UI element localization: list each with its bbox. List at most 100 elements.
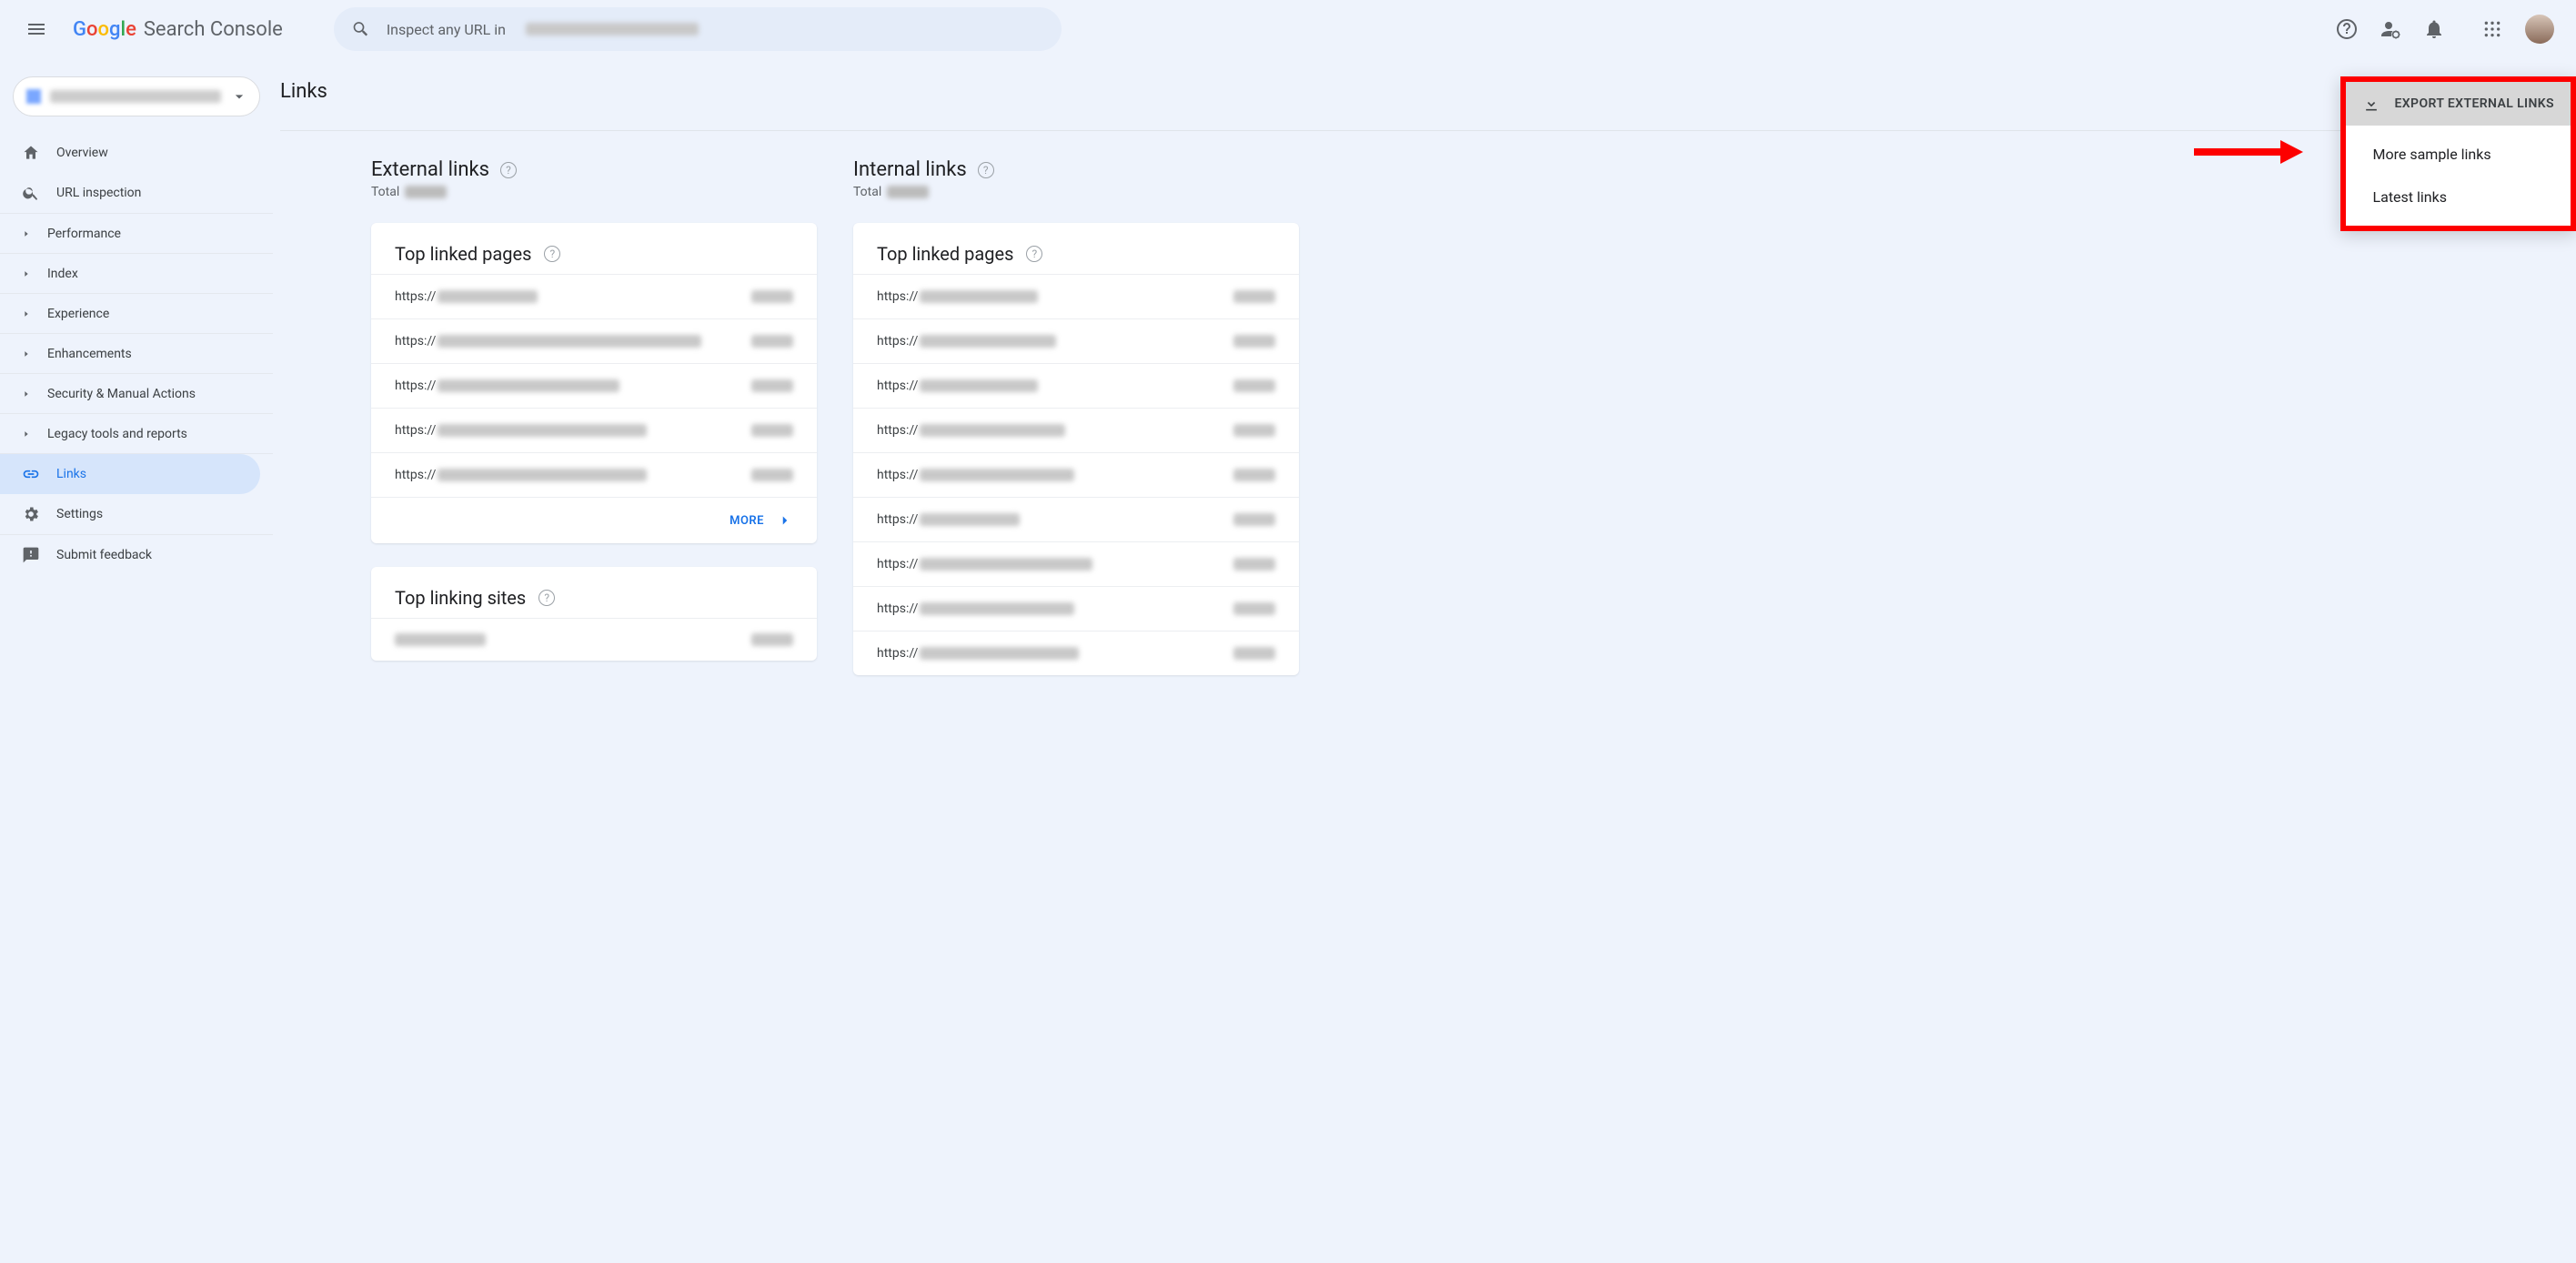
url-search-bar[interactable]: Inspect any URL in [334,7,1062,51]
sidebar-group-label: Experience [47,307,109,321]
google-wordmark: Google [73,18,136,41]
user-settings-button[interactable] [2380,18,2401,40]
external-total: Total [371,185,817,199]
export-dropdown-highlighted: EXPORT EXTERNAL LINKS More sample links … [2340,76,2576,231]
export-menu: More sample links Latest links [2346,126,2571,226]
table-row[interactable]: https:// [853,408,1299,452]
redacted-value [1233,513,1275,526]
account-avatar[interactable] [2525,15,2554,44]
export-external-links-button[interactable]: EXPORT EXTERNAL LINKS [2346,82,2571,126]
search-icon [22,184,40,202]
redacted-value [751,335,793,348]
table-row[interactable] [371,618,817,661]
person-gear-icon [2380,18,2401,40]
sidebar-group-security[interactable]: Security & Manual Actions [0,373,273,413]
property-selector[interactable] [13,76,260,116]
sidebar-item-label: Overview [56,146,108,160]
page-header: Links [280,80,2569,131]
redacted-url [438,379,619,392]
sidebar-item-label: URL inspection [56,186,141,200]
feedback-icon [22,546,40,564]
table-row[interactable]: https:// [371,363,817,408]
chevron-right-icon [22,269,31,278]
redacted-value [1233,602,1275,615]
export-menu-more-sample[interactable]: More sample links [2346,133,2571,176]
hamburger-menu-button[interactable] [15,7,58,51]
header-actions [2336,15,2554,44]
help-icon[interactable]: ? [1026,246,1042,262]
internal-top-linked-pages-card: Top linked pages ? https:// https:// htt… [853,223,1299,675]
redacted-value [1233,424,1275,437]
redacted-url [920,558,1092,571]
more-button[interactable]: MORE [371,497,817,543]
table-row[interactable]: https:// [371,408,817,452]
page-title: Links [280,80,327,103]
table-row[interactable]: https:// [853,274,1299,318]
sidebar-group-performance[interactable]: Performance [0,213,273,253]
redacted-value [1233,335,1275,348]
help-icon[interactable]: ? [500,162,517,178]
sidebar-item-links[interactable]: Links [0,454,260,494]
sidebar-item-label: Links [56,467,86,481]
redacted-url [438,290,538,303]
table-row[interactable]: https:// [853,452,1299,497]
internal-links-column: Internal links ? Total Top linked pages … [853,158,1299,675]
chevron-right-icon [22,429,31,439]
help-button[interactable] [2336,18,2358,40]
notifications-button[interactable] [2423,18,2445,40]
table-row[interactable]: https:// [371,318,817,363]
sidebar-item-label: Settings [56,507,103,521]
table-row[interactable]: https:// [853,318,1299,363]
sidebar-group-experience[interactable]: Experience [0,293,273,333]
property-favicon [26,89,41,104]
table-row[interactable]: https:// [853,363,1299,408]
redacted-url [438,424,647,437]
help-icon[interactable]: ? [544,246,560,262]
sidebar-group-label: Performance [47,227,121,241]
sidebar-item-url-inspection[interactable]: URL inspection [0,173,273,213]
help-icon[interactable]: ? [978,162,994,178]
home-icon [22,144,40,162]
sidebar-item-label: Submit feedback [56,548,152,562]
redacted-value [1233,558,1275,571]
product-name: Search Console [144,18,283,41]
table-row[interactable]: https:// [853,541,1299,586]
sidebar-item-settings[interactable]: Settings [0,494,273,534]
apps-button[interactable] [2481,18,2503,40]
redacted-value [751,469,793,481]
external-heading-row: External links ? [371,158,817,181]
product-logo[interactable]: Google Search Console [73,18,283,41]
redacted-value [405,186,447,198]
external-heading: External links [371,158,489,181]
table-row[interactable]: https:// [371,274,817,318]
table-row[interactable]: https:// [853,497,1299,541]
sidebar-group-index[interactable]: Index [0,253,273,293]
redacted-value [887,186,929,198]
redacted-value [1233,647,1275,660]
external-top-linked-pages-card: Top linked pages ? https:// https:// htt… [371,223,817,543]
download-icon [2362,95,2380,113]
sidebar-group-legacy[interactable]: Legacy tools and reports [0,413,273,453]
internal-total: Total [853,185,1299,199]
help-icon[interactable]: ? [538,590,555,606]
redacted-url [920,602,1074,615]
sidebar-group-label: Security & Manual Actions [47,387,196,401]
export-menu-latest[interactable]: Latest links [2346,176,2571,218]
redacted-url [920,513,1020,526]
sidebar-group-enhancements[interactable]: Enhancements [0,333,273,373]
internal-heading: Internal links [853,158,967,181]
table-row[interactable]: https:// [853,631,1299,675]
redacted-url [920,379,1038,392]
menu-icon [25,18,47,40]
sidebar-item-overview[interactable]: Overview [0,133,273,173]
external-top-linking-sites-card: Top linking sites ? [371,567,817,661]
bell-icon [2423,18,2445,40]
card-title: Top linked pages [877,243,1013,265]
redacted-value [751,290,793,303]
table-row[interactable]: https:// [371,452,817,497]
table-row[interactable]: https:// [853,586,1299,631]
card-title: Top linked pages [395,243,531,265]
sidebar-item-feedback[interactable]: Submit feedback [0,535,273,575]
sidebar-group-label: Enhancements [47,347,132,361]
redacted-url [920,290,1038,303]
